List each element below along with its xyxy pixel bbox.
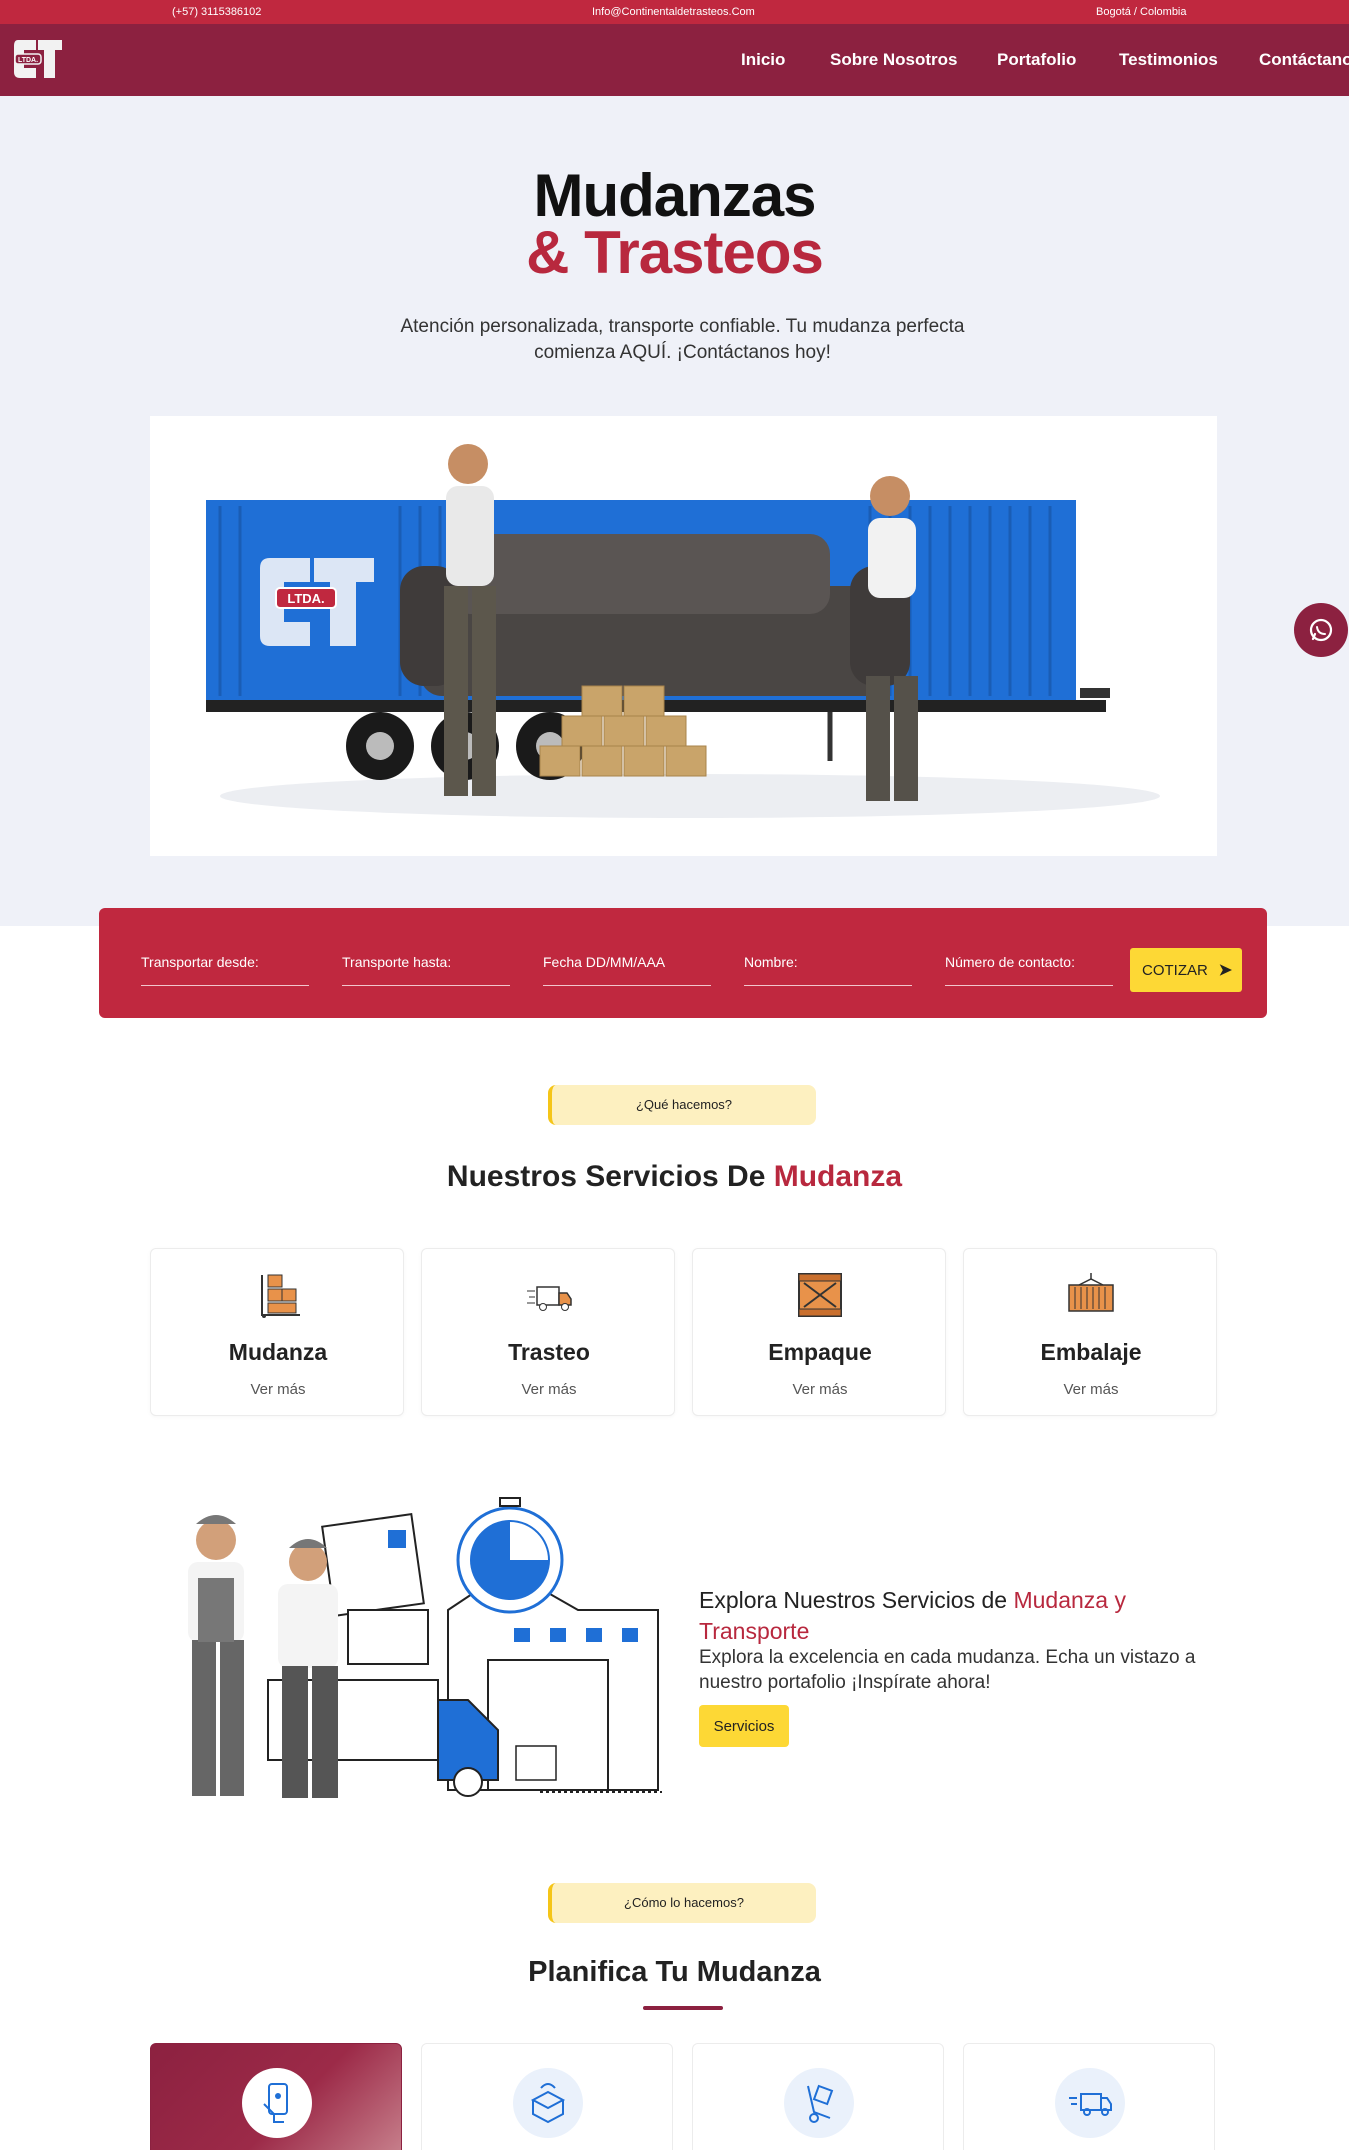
service-title: Mudanza bbox=[228, 1339, 328, 1365]
field-date[interactable]: Fecha DD/MM/AAA bbox=[543, 948, 711, 986]
company-logo[interactable]: LTDA. bbox=[12, 38, 64, 80]
explore-text: Explora la excelencia en cada mudanza. E… bbox=[699, 1647, 1196, 1693]
phone-touch-icon bbox=[263, 2083, 288, 2123]
services-pill: ¿Qué hacemos? bbox=[548, 1085, 816, 1125]
services-title-black: Nuestros Servicios De bbox=[446, 1160, 774, 1193]
cotizar-button[interactable]: COTIZAR ➤ bbox=[1130, 948, 1242, 992]
service-title: Empaque bbox=[768, 1339, 872, 1365]
nav-portafolio[interactable]: Portafolio bbox=[997, 50, 1076, 70]
service-link[interactable]: Ver más bbox=[151, 1381, 405, 1398]
whatsapp-icon bbox=[1309, 618, 1333, 642]
plan-icon-circle bbox=[513, 2068, 583, 2138]
field-destination-label: Transporte hasta: bbox=[342, 954, 452, 970]
plan-icon-circle bbox=[784, 2068, 854, 2138]
plan-title: Planifica Tu Mudanza bbox=[528, 1956, 821, 1988]
field-phone[interactable]: Número de contacto: bbox=[945, 948, 1113, 986]
plan-icon-circle bbox=[1055, 2068, 1125, 2138]
topbar-email[interactable]: Info@Continentaldetrasteos.Com bbox=[592, 6, 755, 18]
whatsapp-float-button[interactable] bbox=[1294, 603, 1348, 657]
cotizar-label: COTIZAR bbox=[1142, 961, 1208, 979]
field-origin-label: Transportar desde: bbox=[141, 954, 259, 970]
service-link[interactable]: Ver más bbox=[964, 1381, 1218, 1398]
hero-section: Mudanzas & Trasteos Atención personaliza… bbox=[0, 96, 1349, 926]
service-card-mudanza[interactable]: Mudanza Ver más bbox=[150, 1248, 404, 1416]
nav-inicio[interactable]: Inicio bbox=[741, 50, 785, 70]
wooden-crate-icon bbox=[798, 1273, 842, 1317]
boxes-cart-icon bbox=[261, 1274, 300, 1318]
plan-card-2[interactable] bbox=[421, 2043, 673, 2150]
cargo-container-icon bbox=[1068, 1273, 1114, 1312]
servicios-button[interactable]: Servicios bbox=[699, 1705, 789, 1747]
field-origin[interactable]: Transportar desde: bbox=[141, 948, 309, 986]
service-link[interactable]: Ver más bbox=[693, 1381, 947, 1398]
fast-delivery-icon bbox=[1069, 2093, 1112, 2116]
field-date-label: Fecha DD/MM/AAA bbox=[543, 954, 666, 970]
service-card-empaque[interactable]: Empaque Ver más bbox=[692, 1248, 946, 1416]
services-title: Nuestros Servicios De Mudanza bbox=[0, 1160, 1349, 1194]
logo-ct-icon: LTDA. bbox=[14, 40, 62, 78]
hero-subtitle: Atención personalizada, transporte confi… bbox=[400, 316, 965, 363]
arrow-right-icon: ➤ bbox=[1218, 962, 1232, 979]
service-card-trasteo[interactable]: Trasteo Ver más bbox=[421, 1248, 675, 1416]
plan-pill: ¿Cómo lo hacemos? bbox=[548, 1883, 816, 1923]
top-info-bar: (+57) 3115386102 Info@Continentaldetrast… bbox=[0, 0, 1349, 24]
nav-contactanos[interactable]: Contáctanos bbox=[1259, 50, 1349, 70]
plan-card-4[interactable] bbox=[963, 2043, 1215, 2150]
services-title-red: Mudanza bbox=[773, 1160, 903, 1193]
service-link[interactable]: Ver más bbox=[422, 1381, 676, 1398]
hero-truck-image: LTDA. bbox=[150, 416, 1217, 856]
plan-icon-circle bbox=[242, 2068, 312, 2138]
topbar-phone[interactable]: (+57) 3115386102 bbox=[172, 6, 261, 18]
delivery-truck-icon bbox=[527, 1286, 572, 1311]
field-name[interactable]: Nombre: bbox=[744, 948, 912, 986]
plan-card-3[interactable] bbox=[692, 2043, 944, 2150]
logo-text: LTDA. bbox=[18, 57, 38, 64]
nav-testimonios[interactable]: Testimonios bbox=[1119, 50, 1218, 70]
hero-title-line1: Mudanzas bbox=[533, 162, 816, 229]
main-navbar: LTDA. Inicio Sobre Nosotros Portafolio T… bbox=[0, 24, 1349, 96]
nav-sobre-nosotros[interactable]: Sobre Nosotros bbox=[830, 50, 958, 70]
truck-logo-text: LTDA. bbox=[287, 591, 324, 606]
service-card-embalaje[interactable]: Embalaje Ver más bbox=[963, 1248, 1217, 1416]
service-title: Trasteo bbox=[508, 1339, 590, 1365]
field-destination[interactable]: Transporte hasta: bbox=[342, 948, 510, 986]
quote-form: Transportar desde: Transporte hasta: Fec… bbox=[99, 908, 1267, 1018]
workers-illustration bbox=[148, 1490, 668, 1800]
explore-title: Explora Nuestros Servicios de Mudanza y … bbox=[699, 1585, 1219, 1647]
hero-title-line2: & Trasteos bbox=[526, 219, 824, 286]
title-underline bbox=[643, 2006, 723, 2010]
explore-title-black: Explora Nuestros Servicios de bbox=[699, 1587, 1014, 1613]
plan-card-1[interactable] bbox=[150, 2043, 402, 2150]
field-name-label: Nombre: bbox=[744, 954, 798, 970]
service-title: Embalaje bbox=[1040, 1339, 1142, 1365]
packing-box-icon bbox=[530, 2083, 566, 2124]
hand-truck-icon bbox=[807, 2084, 834, 2123]
topbar-location: Bogotá / Colombia bbox=[1096, 6, 1187, 18]
field-phone-label: Número de contacto: bbox=[945, 954, 1075, 970]
